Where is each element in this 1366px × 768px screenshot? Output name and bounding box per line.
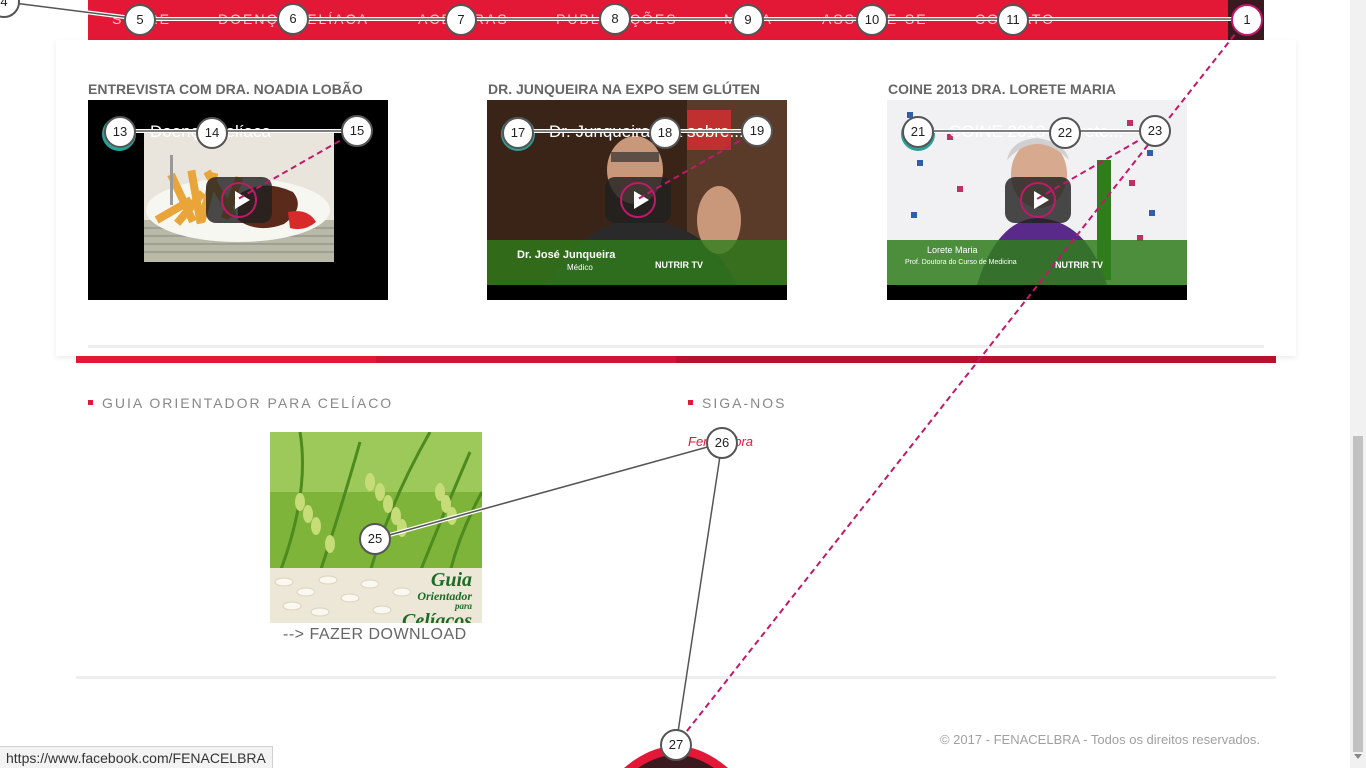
bullet-square-icon xyxy=(688,399,693,405)
play-icon xyxy=(1034,191,1049,209)
play-icon xyxy=(235,191,250,209)
play-icon xyxy=(634,191,649,209)
copyright-text: © 2017 - FENACELBRA - Todos os direitos … xyxy=(939,732,1260,747)
caption-logo-3: NUTRIR TV xyxy=(1055,260,1103,270)
nav-item-associe-se[interactable]: Associe-se xyxy=(822,11,928,27)
caption-role-3: Prof. Doutora do Curso de Medicina xyxy=(905,259,1017,266)
play-button-2[interactable] xyxy=(605,177,671,223)
main-nav: Sobre Doença Celíaca Acelbras Publicaçõe… xyxy=(88,0,1264,40)
video-player-2[interactable]: Dr. José Junqueira Médico NUTRIR TV Dr. … xyxy=(487,100,787,300)
channel-avatar[interactable] xyxy=(901,117,935,151)
nav-item-doenca-celiaca[interactable]: Doença Celíaca xyxy=(218,11,369,27)
video-heading-1: ENTREVISTA COM DRA. NOADIA LOBÃO xyxy=(88,81,363,97)
channel-avatar[interactable] xyxy=(501,117,535,151)
page: Sobre Doença Celíaca Acelbras Publicaçõe… xyxy=(0,0,1350,768)
status-bar-url: https://www.facebook.com/FENACELBRA xyxy=(0,746,273,768)
nav-search-toggle[interactable] xyxy=(1228,0,1264,40)
follow-widget-title: SIGA-NOS xyxy=(688,395,786,411)
guide-cover-text: Guia Orientador para Celíacos xyxy=(402,569,472,623)
video-title-2[interactable]: Dr. Junqueira fala sobre... xyxy=(549,122,779,142)
play-button-3[interactable] xyxy=(1005,177,1071,223)
guide-cover-image[interactable]: Guia Orientador para Celíacos xyxy=(270,432,482,623)
channel-avatar[interactable] xyxy=(102,117,136,151)
footer-separator xyxy=(76,356,1276,363)
nav-item-contato[interactable]: Contato xyxy=(975,11,1055,27)
footer-divider xyxy=(76,676,1276,679)
nav-item-midia[interactable]: Mídia xyxy=(724,11,773,27)
download-link[interactable]: --> FAZER DOWNLOAD xyxy=(283,626,467,644)
video-heading-2: DR. JUNQUEIRA NA EXPO SEM GLÚTEN xyxy=(488,81,760,97)
scrollbar-thumb[interactable] xyxy=(1353,436,1363,752)
video-title-3[interactable]: COINE 2013 - Lorete... xyxy=(949,122,1179,142)
caption-name-2: Dr. José Junqueira xyxy=(517,249,616,261)
caption-name-3: Lorete Maria xyxy=(927,245,978,255)
video-heading-3: COINE 2013 DRA. LORETE MARIA xyxy=(888,81,1116,97)
nav-item-acelbras[interactable]: Acelbras xyxy=(418,11,509,27)
video-title-1[interactable]: Doença Celíaca xyxy=(150,122,380,142)
vertical-scrollbar[interactable] xyxy=(1350,0,1366,768)
caption-logo-2: NUTRIR TV xyxy=(655,260,703,270)
nav-item-sobre[interactable]: Sobre xyxy=(112,11,171,27)
back-to-top-button[interactable] xyxy=(624,738,728,768)
video-player-1[interactable]: Doença Celíaca xyxy=(88,100,388,300)
video-player-3[interactable]: Lorete Maria Prof. Doutora do Curso de M… xyxy=(887,100,1187,300)
bullet-square-icon xyxy=(88,399,93,405)
nav-item-publicacoes[interactable]: Publicações xyxy=(556,11,678,27)
guide-widget-title: GUIA ORIENTADOR PARA CELÍACO xyxy=(88,395,393,411)
facebook-link[interactable]: Fenacelbra xyxy=(688,434,753,449)
scroll-down-arrow-icon[interactable] xyxy=(1354,754,1362,759)
card-divider xyxy=(88,345,1264,348)
caption-role-2: Médico xyxy=(567,263,593,272)
play-button-1[interactable] xyxy=(206,177,272,223)
